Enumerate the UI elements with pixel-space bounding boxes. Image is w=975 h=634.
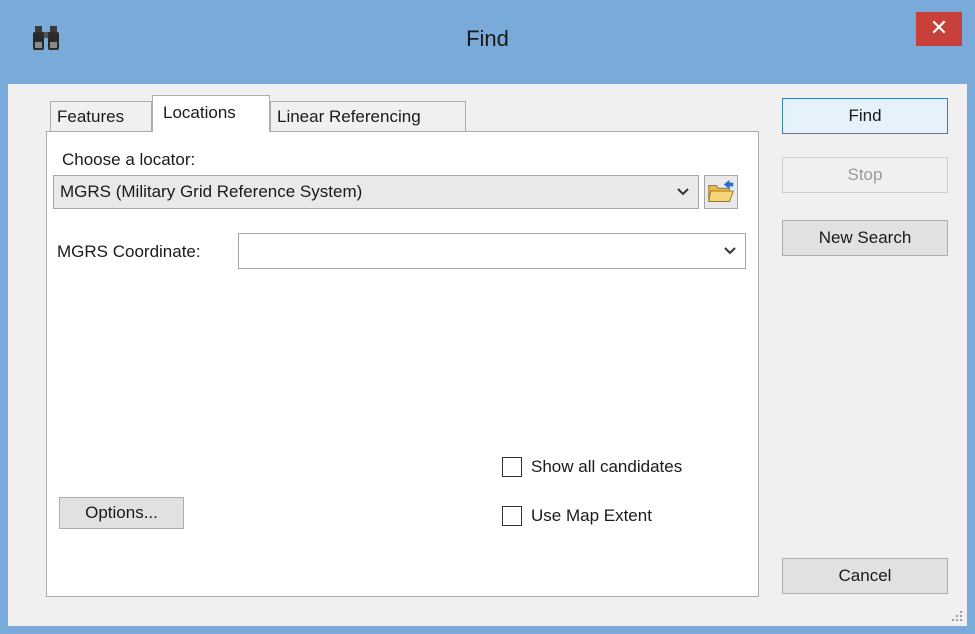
tab-locations[interactable]: Locations [152, 95, 270, 132]
show-all-candidates-label: Show all candidates [531, 457, 683, 476]
tab-linear-referencing[interactable]: Linear Referencing [270, 101, 466, 132]
mgrs-coordinate-input[interactable] [238, 233, 746, 269]
browse-locator-button[interactable] [704, 175, 738, 209]
cancel-button[interactable]: Cancel [782, 558, 948, 594]
choose-locator-label: Choose a locator: [62, 150, 196, 169]
new-search-button[interactable]: New Search [782, 220, 948, 256]
locator-dropdown-value: MGRS (Military Grid Reference System) [60, 182, 363, 201]
tab-locations-label: Locations [163, 103, 236, 122]
mgrs-coordinate-label: MGRS Coordinate: [57, 242, 201, 261]
find-button[interactable]: Find [782, 98, 948, 134]
find-dialog-window: Find ✕ Features Locations Linear Referen… [0, 0, 975, 634]
window-title: Find [466, 26, 509, 51]
chevron-down-icon [677, 188, 689, 196]
stop-button[interactable]: Stop [782, 157, 948, 193]
options-button[interactable]: Options... [59, 497, 184, 529]
tab-features-label: Features [57, 107, 125, 126]
locator-dropdown[interactable]: MGRS (Military Grid Reference System) [53, 175, 699, 209]
use-map-extent-checkbox[interactable] [502, 506, 522, 526]
resize-grip-icon[interactable] [951, 610, 963, 622]
close-button[interactable]: ✕ [916, 12, 962, 46]
close-icon: ✕ [929, 15, 949, 40]
use-map-extent-label: Use Map Extent [531, 506, 652, 525]
locations-tab-panel: Choose a locator: MGRS (Military Grid Re… [46, 131, 759, 597]
open-folder-icon [708, 179, 734, 202]
chevron-down-icon [724, 247, 736, 255]
show-all-candidates-checkbox[interactable] [502, 457, 522, 477]
tab-linear-referencing-label: Linear Referencing [277, 107, 421, 126]
title-bar[interactable]: Find ✕ [0, 0, 975, 84]
tab-features[interactable]: Features [50, 101, 152, 132]
dialog-client-area: Features Locations Linear Referencing Ch… [8, 84, 967, 626]
